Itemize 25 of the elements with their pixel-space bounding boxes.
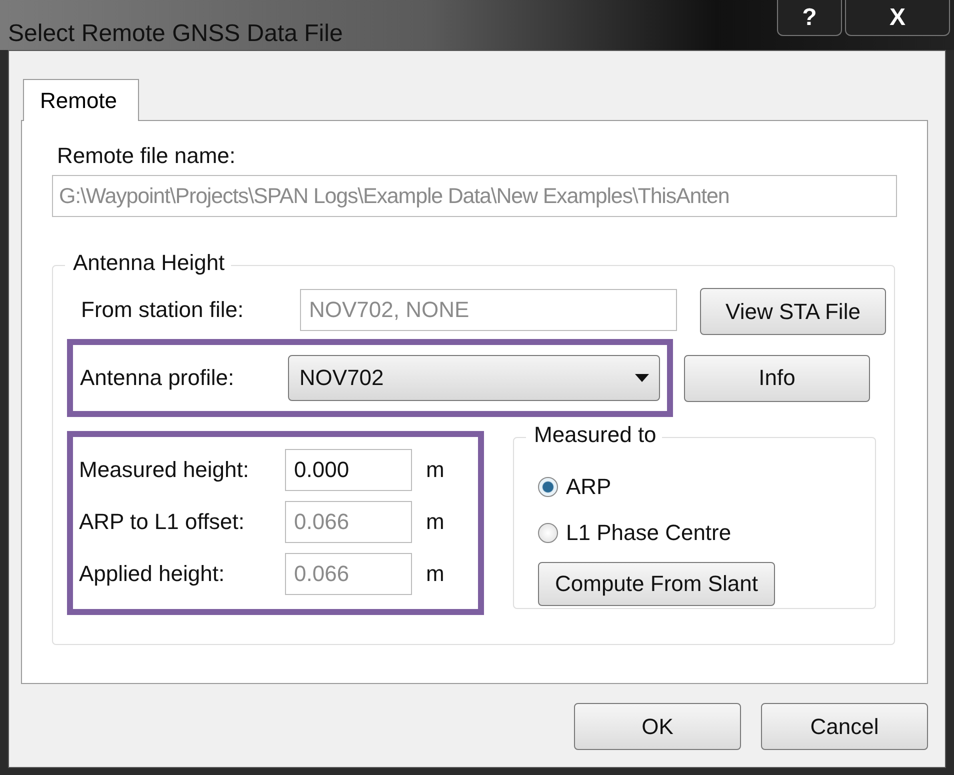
window-title: Select Remote GNSS Data File — [8, 20, 343, 48]
radio-button[interactable] — [538, 477, 558, 497]
height-field[interactable]: 0.000 — [285, 449, 412, 491]
help-button[interactable]: ? — [777, 0, 842, 36]
radio-button[interactable] — [538, 523, 558, 543]
field-label: Applied height: — [79, 561, 226, 587]
radio-label[interactable]: L1 Phase Centre — [566, 520, 732, 546]
close-button[interactable]: X — [845, 0, 950, 36]
tab[interactable]: Remote — [23, 79, 140, 121]
view-sta-file-button[interactable]: View STA File — [700, 288, 886, 335]
dialog-button[interactable]: Cancel — [761, 703, 928, 750]
dialog-button[interactable]: OK — [574, 703, 741, 750]
unit-label: m — [426, 561, 444, 587]
radio-label[interactable]: ARP — [566, 474, 612, 500]
unit-label: m — [426, 509, 444, 535]
profile-dropdown[interactable]: NOV702 — [288, 355, 660, 401]
field-label: From station file: — [80, 296, 245, 322]
field-label: ARP to L1 offset: — [79, 509, 246, 535]
caret-icon — [635, 374, 649, 382]
unit-label: m — [426, 457, 444, 483]
field-label: Measured height: — [79, 457, 250, 483]
field-label: Antenna profile: — [80, 365, 236, 391]
compute-from-slant-button[interactable]: Compute From Slant — [538, 562, 775, 606]
info-button[interactable]: Info — [684, 354, 870, 402]
field-label: Remote file name: — [57, 143, 237, 169]
